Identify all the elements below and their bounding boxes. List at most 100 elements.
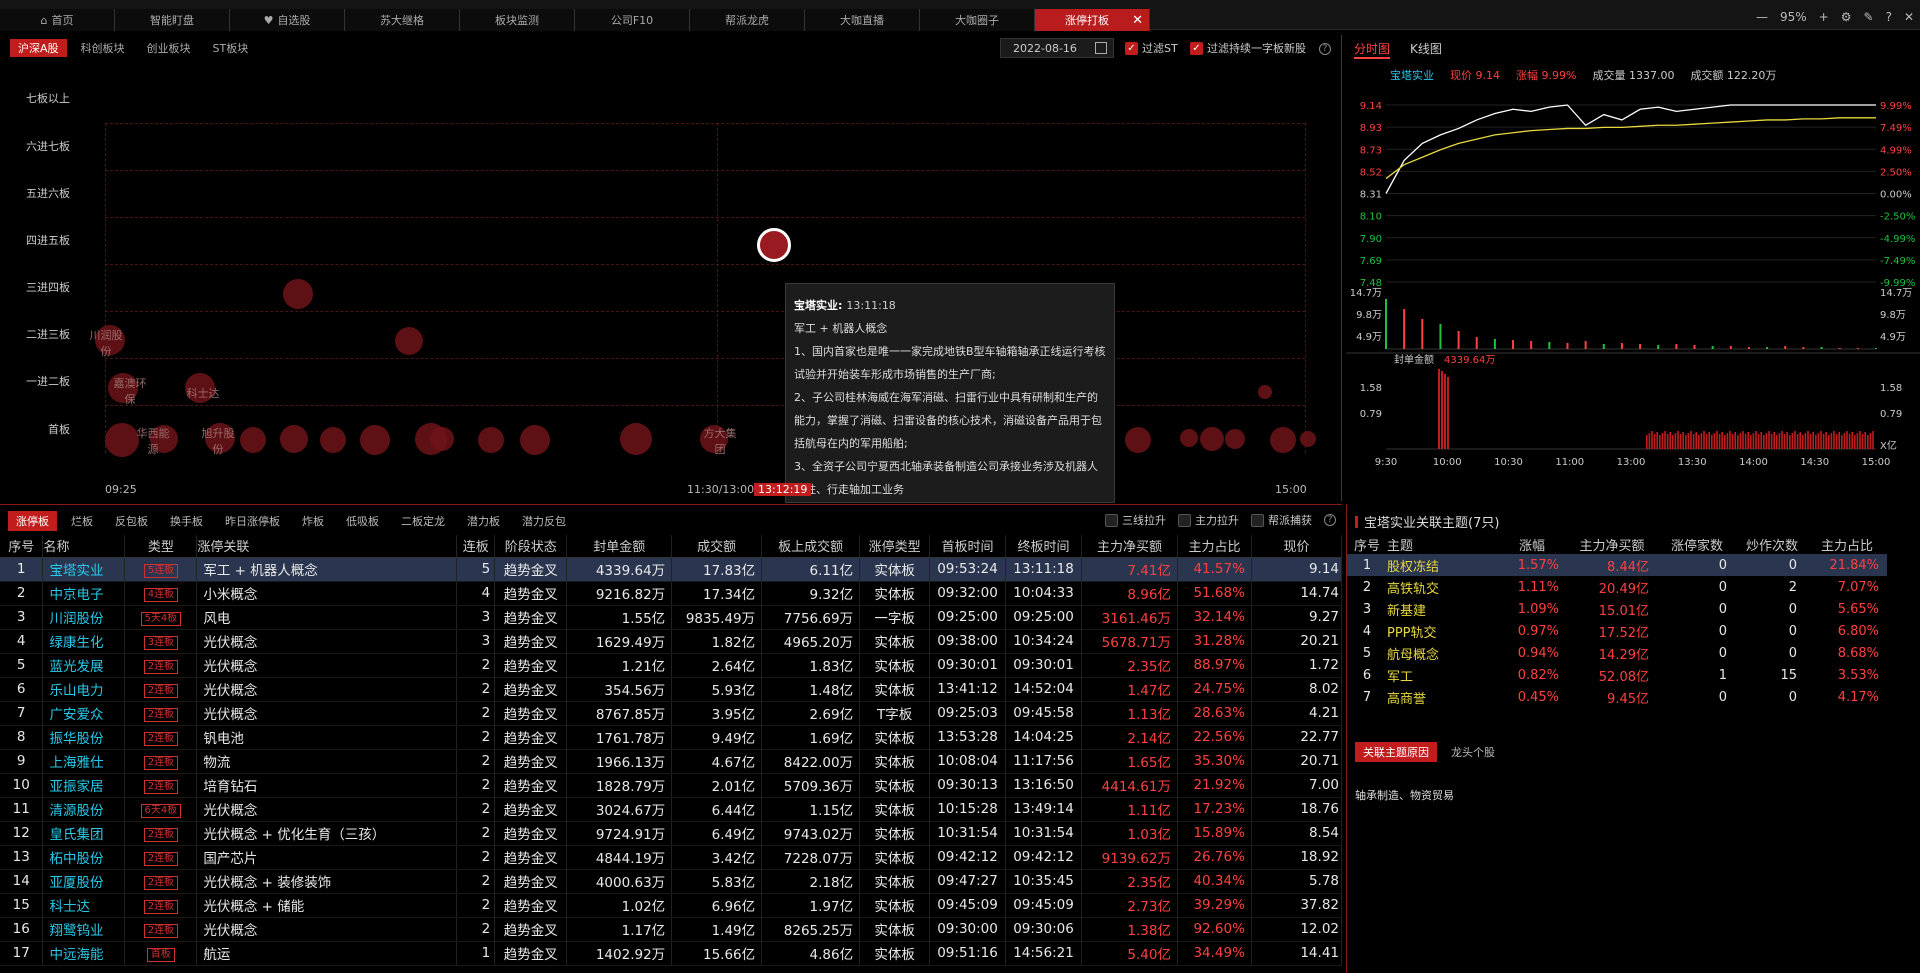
table-tab[interactable]: 烂板 <box>63 511 101 531</box>
date-picker[interactable]: 2022-08-16 <box>1000 38 1114 58</box>
main-tab[interactable]: 帮派龙虎 <box>690 9 805 31</box>
column-header[interactable]: 成交额 <box>671 535 763 558</box>
settings-icon[interactable]: ⚙ <box>1841 10 1852 24</box>
check-icon[interactable]: ✓ <box>1125 41 1138 55</box>
table-row[interactable]: 15 科士达 2连板 光伏概念 + 储能 2 趋势金叉 1.02亿 6.96亿 1.97亿 实体板… <box>0 893 1343 918</box>
related-column-header[interactable]: 序号 <box>1347 534 1387 554</box>
table-tab[interactable]: 二板定龙 <box>393 511 453 531</box>
table-row[interactable]: 9 上海雅仕 2连板 物流 2 趋势金叉 1966.13万 4.67亿 8422.00万 实体板 1… <box>0 749 1343 774</box>
calendar-icon[interactable] <box>1095 42 1107 54</box>
main-tab[interactable]: 公司F10 <box>575 9 690 31</box>
help-icon[interactable]: ? <box>1319 43 1331 55</box>
bubble[interactable] <box>1125 427 1151 453</box>
filter-new-checkbox[interactable]: ✓ 过滤持续一字板新股 <box>1190 40 1306 56</box>
help-icon[interactable]: ? <box>1324 514 1336 526</box>
bubble[interactable] <box>1200 427 1224 451</box>
table-row[interactable]: 1 宝塔实业 5连板 军工 + 机器人概念 5 趋势金叉 4339.64万 17.83亿 6.1… <box>0 557 1343 582</box>
bubble[interactable] <box>430 427 454 451</box>
table-tab[interactable]: 换手板 <box>162 511 211 531</box>
column-header[interactable]: 名称 <box>42 535 126 558</box>
table-row[interactable]: 3 川润股份 5天4板 风电 3 趋势金叉 1.55亿 9835.49万 7756.69万 一字板… <box>0 605 1343 630</box>
column-header[interactable]: 序号 <box>0 535 44 558</box>
table-row[interactable]: 16 翔鹭钨业 2连板 光伏概念 2 趋势金叉 1.17亿 1.49亿 8265.25万 实体板 0… <box>0 917 1343 942</box>
related-row[interactable]: 2 高铁轨交 1.11% 20.49亿 0 2 7.07% <box>1347 576 1887 598</box>
table-row[interactable]: 13 柘中股份 2连板 国产芯片 2 趋势金叉 4844.19万 3.42亿 7228.07万实… <box>0 845 1343 870</box>
main-tab[interactable]: ♥ 自选股 <box>230 9 345 31</box>
related-row[interactable]: 6 军工 0.82% 52.08亿 1 15 3.53% <box>1347 664 1887 686</box>
related-column-header[interactable]: 涨幅 <box>1497 534 1567 554</box>
bubble[interactable] <box>320 427 346 453</box>
main-tab[interactable]: 苏大继格 <box>345 9 460 31</box>
column-header[interactable]: 终板时间 <box>1005 535 1082 558</box>
main-tab[interactable]: 板块监测 <box>460 9 575 31</box>
table-tab[interactable]: 炸板 <box>294 511 332 531</box>
related-row[interactable]: 5 航母概念 0.94% 14.29亿 0 0 8.68% <box>1347 642 1887 664</box>
table-row[interactable]: 12 皇氏集团 2连板 光伏概念 + 优化生育（三孩） 2 趋势金叉 9724.91万 6.4… <box>0 821 1343 846</box>
column-header[interactable]: 主力净买额 <box>1081 535 1178 558</box>
bubble[interactable] <box>520 425 550 455</box>
table-row[interactable]: 11 清源股份 6天4板 光伏概念 2 趋势金叉 3024.67万 6.44亿 1.15亿 实体板… <box>0 797 1343 822</box>
column-header[interactable]: 涨停关联 <box>196 535 458 558</box>
bubble[interactable] <box>1300 431 1316 447</box>
column-header[interactable]: 类型 <box>124 535 198 558</box>
bubble[interactable] <box>283 279 313 309</box>
column-header[interactable]: 连板 <box>456 535 496 558</box>
table-row[interactable]: 7 广安爱众 2连板 光伏概念 2 趋势金叉 8767.85万 3.95亿 2.69亿 T字板 09… <box>0 701 1343 726</box>
column-header[interactable]: 封单金额 <box>566 535 673 558</box>
close-tab-icon[interactable]: ✕ <box>1132 13 1143 28</box>
main-tab[interactable]: ⌂ 首页 <box>0 9 115 31</box>
table-row[interactable]: 8 振华股份 2连板 钒电池 2 趋势金叉 1761.78万 9.49亿 1.69亿 实体板 13:… <box>0 725 1343 750</box>
column-header[interactable]: 首板时间 <box>929 535 1007 558</box>
column-header[interactable]: 阶段状态 <box>494 535 568 558</box>
related-column-header[interactable]: 炒作次数 <box>1737 534 1807 554</box>
check-zhuli[interactable]: 主力拉升 <box>1178 512 1239 528</box>
bubble[interactable] <box>1258 385 1272 399</box>
check-sanxian[interactable]: 三线拉升 <box>1105 512 1166 528</box>
table-row[interactable]: 14 亚厦股份 2连板 光伏概念 + 装修装饰 2 趋势金叉 4000.63万 5.83亿 2.… <box>0 869 1343 894</box>
table-row[interactable]: 6 乐山电力 2连板 光伏概念 2 趋势金叉 354.56万 5.93亿 1.48亿 实体板 13:… <box>0 677 1343 702</box>
close-icon[interactable]: ✕ <box>1904 10 1914 24</box>
related-column-header[interactable]: 主题 <box>1387 534 1497 554</box>
bubble[interactable] <box>1270 427 1296 453</box>
table-row[interactable]: 17 中远海能 首板 航运 1 趋势金叉 1402.92万 15.66亿 4.86亿 实体板 09:… <box>0 941 1343 966</box>
tab-leader-stocks[interactable]: 龙头个股 <box>1447 742 1499 762</box>
tab-kechuang[interactable]: 科创板块 <box>73 39 133 57</box>
table-tab[interactable]: 反包板 <box>107 511 156 531</box>
related-row[interactable]: 4 PPP轨交 0.97% 17.52亿 0 0 6.80% <box>1347 620 1887 642</box>
bubble[interactable] <box>620 423 652 455</box>
checkbox-icon[interactable] <box>1178 513 1191 527</box>
related-column-header[interactable]: 主力净买额 <box>1567 534 1657 554</box>
column-header[interactable]: 现价 <box>1251 535 1343 558</box>
checkbox-icon[interactable] <box>1251 513 1264 527</box>
bubble[interactable] <box>478 427 504 453</box>
checkbox-icon[interactable] <box>1105 513 1118 527</box>
bubble[interactable] <box>1225 429 1245 449</box>
check-icon[interactable]: ✓ <box>1190 41 1203 55</box>
table-row[interactable]: 4 绿康生化 3连板 光伏概念 3 趋势金叉 1629.49万 1.82亿 4965.20万 实体… <box>0 629 1343 654</box>
tab-chuangye[interactable]: 创业板块 <box>139 39 199 57</box>
table-tab[interactable]: 潜力反包 <box>514 511 574 531</box>
tab-theme-reason[interactable]: 关联主题原因 <box>1355 742 1437 762</box>
table-row[interactable]: 5 蓝光发展 2连板 光伏概念 2 趋势金叉 1.21亿 2.64亿 1.83亿 实体板 09:30… <box>0 653 1343 678</box>
filter-st-checkbox[interactable]: ✓ 过滤ST <box>1125 40 1178 56</box>
pen-icon[interactable]: ✎ <box>1864 10 1874 24</box>
main-tab[interactable]: 大咖圈子 <box>920 9 1035 31</box>
table-tab[interactable]: 昨日涨停板 <box>217 511 288 531</box>
tab-kline[interactable]: K线图 <box>1410 40 1442 59</box>
tab-intraday[interactable]: 分时图 <box>1354 40 1391 59</box>
main-tab[interactable]: 大咖直播 <box>805 9 920 31</box>
plus-icon[interactable]: + <box>1819 10 1829 24</box>
bubble[interactable] <box>395 327 423 355</box>
related-column-header[interactable]: 涨停家数 <box>1657 534 1737 554</box>
column-header[interactable]: 涨停类型 <box>859 535 931 558</box>
tab-st[interactable]: ST板块 <box>205 39 257 57</box>
bubble[interactable] <box>280 425 308 453</box>
tab-hushen-a[interactable]: 沪深A股 <box>10 39 67 57</box>
bubble[interactable] <box>240 427 266 453</box>
table-tab[interactable]: 低吸板 <box>338 511 387 531</box>
help-icon[interactable]: ? <box>1886 10 1892 24</box>
table-row[interactable]: 2 中京电子 4连板 小米概念 4 趋势金叉 9216.82万 17.34亿 9.32亿 实体板 0… <box>0 581 1343 606</box>
related-row[interactable]: 3 新基建 1.09% 15.01亿 0 0 5.65% <box>1347 598 1887 620</box>
bubble[interactable] <box>360 425 390 455</box>
table-tab[interactable]: 潜力板 <box>459 511 508 531</box>
